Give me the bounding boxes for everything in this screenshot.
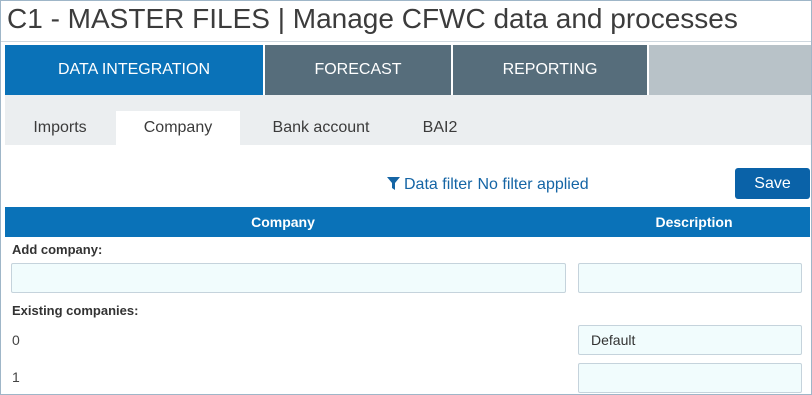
filter-status: No filter applied (477, 176, 589, 193)
subtab-company[interactable]: Company (116, 111, 240, 145)
column-header-company: Company (251, 214, 315, 230)
company-id: 0 (12, 332, 20, 348)
main-nav: DATA INTEGRATION FORECAST REPORTING (5, 45, 811, 95)
subtab-bai2[interactable]: BAI2 (405, 111, 475, 145)
subtab-bank-account[interactable]: Bank account (253, 111, 389, 145)
company-id: 1 (12, 369, 20, 385)
company-description-input[interactable] (578, 363, 802, 393)
subtab-imports[interactable]: Imports (15, 111, 105, 145)
add-company-input[interactable] (11, 263, 566, 293)
add-company-label: Add company: (12, 242, 103, 257)
app-frame: C1 - MASTER FILES | Manage CFWC data and… (0, 0, 812, 395)
data-filter-label: Data filter (404, 176, 473, 193)
sub-nav: Imports Company Bank account BAI2 (5, 95, 811, 145)
save-button[interactable]: Save (735, 168, 810, 199)
table-header: Company Description (5, 207, 810, 237)
main-nav-filler (649, 45, 811, 95)
column-header-description: Description (655, 214, 733, 230)
tab-reporting[interactable]: REPORTING (453, 45, 647, 95)
company-description-input[interactable] (578, 325, 802, 355)
page-title: C1 - MASTER FILES | Manage CFWC data and… (7, 3, 738, 34)
add-description-input[interactable] (578, 263, 802, 293)
filter-icon (387, 176, 404, 193)
existing-companies-label: Existing companies: (12, 303, 139, 318)
data-filter-link[interactable]: Data filter No filter applied (387, 175, 589, 195)
tab-forecast[interactable]: FORECAST (265, 45, 451, 95)
title-divider (1, 41, 811, 42)
tab-data-integration[interactable]: DATA INTEGRATION (5, 45, 263, 95)
